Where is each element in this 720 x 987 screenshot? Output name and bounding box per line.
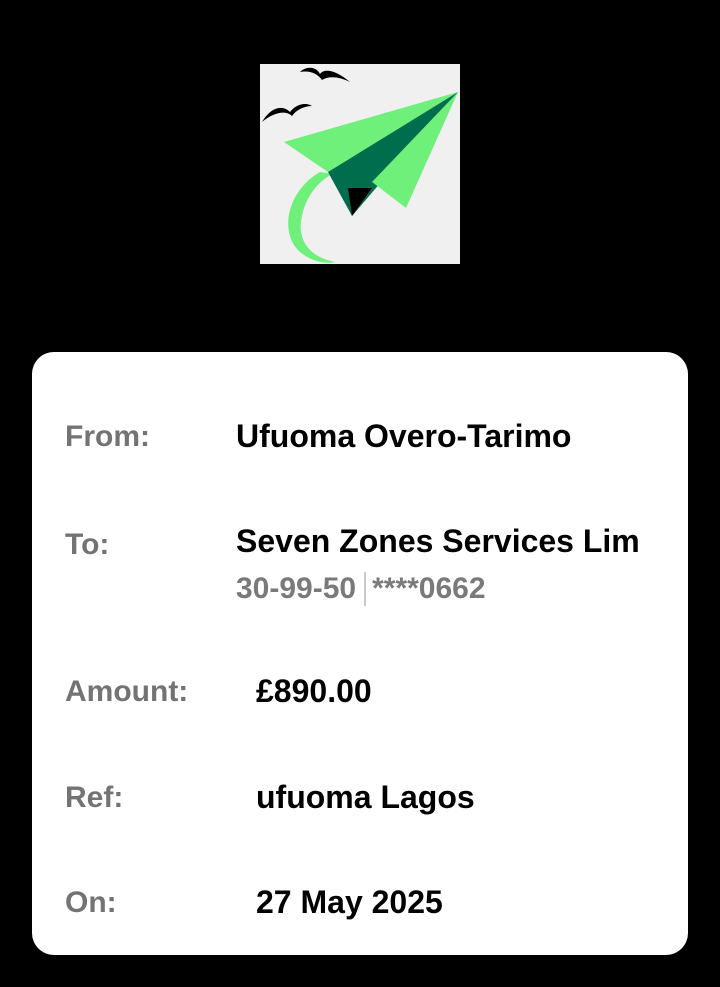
transfer-confirmation-screen: From: Ufuoma Overo-Tarimo To: Seven Zone… [0, 0, 720, 987]
amount-value: £890.00 [256, 673, 372, 709]
recipient-account-details: 30-99-50 ****0662 [236, 572, 486, 606]
from-value: Ufuoma Overo-Tarimo [236, 418, 572, 454]
divider [364, 572, 367, 606]
amount-label: Amount: [65, 675, 189, 708]
app-logo [260, 64, 460, 264]
ref-value: ufuoma Lagos [256, 779, 475, 815]
to-value: Seven Zones Services Lim [236, 525, 640, 557]
paper-plane-icon [262, 67, 458, 263]
bird-icon [262, 104, 312, 122]
plane-tail-shadow [348, 188, 372, 216]
sort-code: 30-99-50 [236, 572, 357, 605]
bird-icon [300, 67, 350, 82]
date-value: 27 May 2025 [256, 884, 443, 920]
from-label: From: [65, 420, 150, 453]
account-number: ****0662 [372, 572, 486, 605]
date-label: On: [65, 886, 117, 919]
to-label: To: [65, 528, 110, 561]
trail-swoosh [288, 172, 336, 263]
ref-label: Ref: [65, 781, 124, 814]
transaction-details-card: From: Ufuoma Overo-Tarimo To: Seven Zone… [32, 352, 688, 955]
